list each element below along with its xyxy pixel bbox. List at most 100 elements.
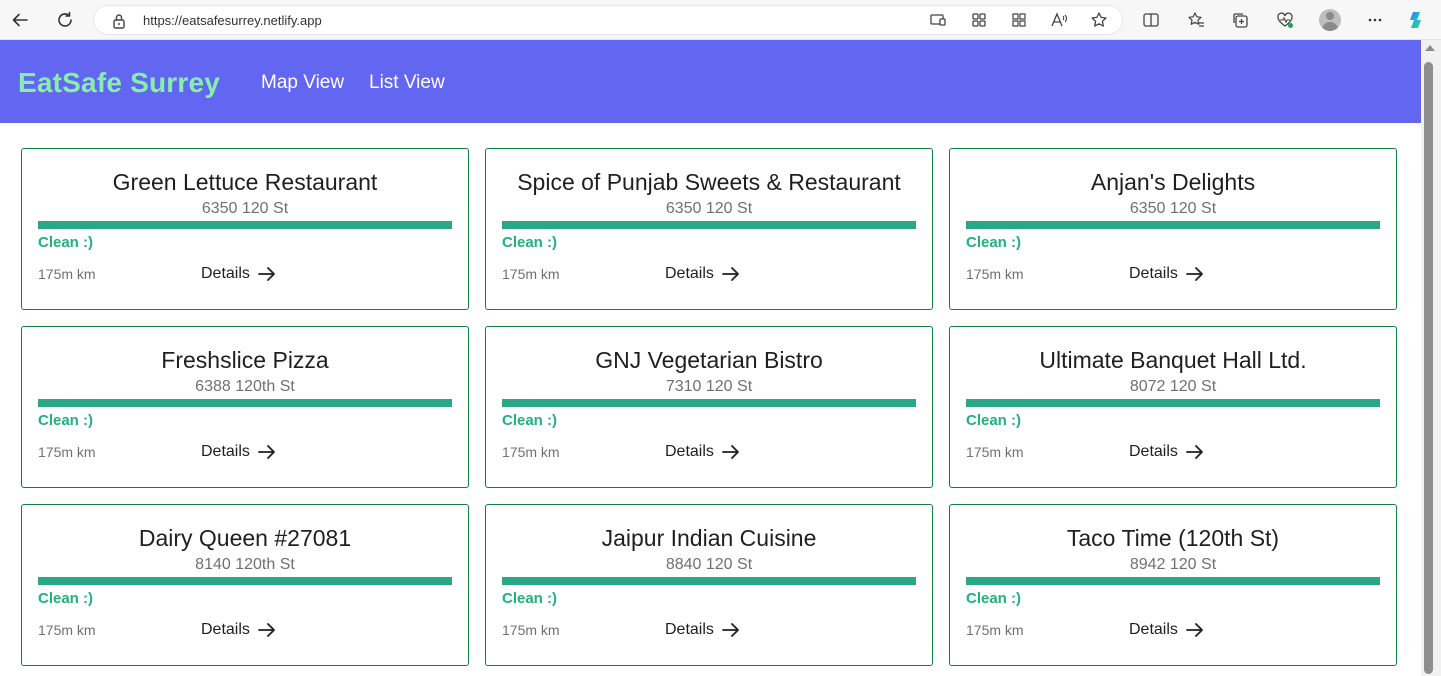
arrow-right-icon xyxy=(722,445,739,459)
arrow-right-icon xyxy=(258,445,275,459)
read-aloud-icon[interactable] xyxy=(1048,9,1070,31)
restaurant-address: 6388 120th St xyxy=(195,378,295,395)
safety-status-bar xyxy=(38,577,452,585)
more-menu-icon[interactable] xyxy=(1364,9,1386,31)
restaurant-address: 6350 120 St xyxy=(1129,200,1217,217)
safety-status-bar xyxy=(502,399,916,407)
status-label: Clean :) xyxy=(966,412,1022,429)
status-label: Clean :) xyxy=(502,234,558,251)
restaurant-address: 7310 120 St xyxy=(665,378,753,395)
arrow-right-icon xyxy=(722,623,739,637)
scroll-up-arrow[interactable] xyxy=(1425,45,1435,51)
restaurant-name: Anjan's Delights xyxy=(1090,169,1256,195)
status-label: Clean :) xyxy=(502,590,558,607)
restaurant-card: Anjan's Delights 6350 120 St Clean :) 17… xyxy=(949,148,1397,310)
status-label: Clean :) xyxy=(38,234,94,251)
status-label: Clean :) xyxy=(966,590,1022,607)
safety-status-bar xyxy=(966,399,1380,407)
refresh-icon[interactable] xyxy=(51,6,79,34)
details-link[interactable]: Details xyxy=(665,265,740,283)
restaurant-name: Ultimate Banquet Hall Ltd. xyxy=(1039,347,1307,373)
restaurant-address: 8072 120 St xyxy=(1129,378,1217,395)
browser-toolbar: https://eatsafesurrey.netlify.app xyxy=(0,0,1441,40)
restaurant-address: 6350 120 St xyxy=(665,200,753,217)
details-link[interactable]: Details xyxy=(665,443,740,461)
safety-status-bar xyxy=(38,399,452,407)
details-link[interactable]: Details xyxy=(1129,443,1204,461)
details-link[interactable]: Details xyxy=(1129,621,1204,639)
details-label: Details xyxy=(665,265,714,282)
brand-logo[interactable]: EatSafe Surrey xyxy=(18,67,220,99)
distance-label: 175m km xyxy=(502,622,560,638)
details-label: Details xyxy=(1129,443,1178,460)
details-label: Details xyxy=(665,443,714,460)
restaurant-card: Jaipur Indian Cuisine 8840 120 St Clean … xyxy=(485,504,933,666)
url-text[interactable]: https://eatsafesurrey.netlify.app xyxy=(143,13,322,28)
back-icon[interactable] xyxy=(6,6,34,34)
details-label: Details xyxy=(1129,621,1178,638)
app-header: EatSafe Surrey Map View List View xyxy=(0,40,1421,123)
split-screen-icon[interactable] xyxy=(1140,9,1162,31)
restaurant-card: Dairy Queen #27081 8140 120th St Clean :… xyxy=(21,504,469,666)
details-link[interactable]: Details xyxy=(1129,265,1204,283)
restaurant-name: Spice of Punjab Sweets & Restaurant xyxy=(517,169,901,195)
details-link[interactable]: Details xyxy=(665,621,740,639)
distance-label: 175m km xyxy=(966,266,1024,282)
collections-icon[interactable] xyxy=(1229,9,1251,31)
arrow-right-icon xyxy=(1186,623,1203,637)
restaurant-name: Dairy Queen #27081 xyxy=(138,525,352,551)
distance-label: 175m km xyxy=(966,622,1024,638)
restaurant-name: Freshslice Pizza xyxy=(161,347,329,373)
details-label: Details xyxy=(665,621,714,638)
details-label: Details xyxy=(201,621,250,638)
restaurant-card: Ultimate Banquet Hall Ltd. 8072 120 St C… xyxy=(949,326,1397,488)
distance-label: 175m km xyxy=(38,444,96,460)
lock-icon[interactable] xyxy=(110,12,128,30)
distance-label: 175m km xyxy=(502,444,560,460)
arrow-right-icon xyxy=(1186,267,1203,281)
distance-label: 175m km xyxy=(38,266,96,282)
restaurant-address: 8840 120 St xyxy=(665,556,753,573)
profile-avatar[interactable] xyxy=(1319,9,1341,31)
favorites-icon[interactable] xyxy=(1185,9,1207,31)
favorite-star-icon[interactable] xyxy=(1088,9,1110,31)
distance-label: 175m km xyxy=(502,266,560,282)
status-label: Clean :) xyxy=(38,412,94,429)
status-label: Clean :) xyxy=(38,590,94,607)
restaurant-card: Freshslice Pizza 6388 120th St Clean :) … xyxy=(21,326,469,488)
restaurant-name: GNJ Vegetarian Bistro xyxy=(595,347,823,373)
app-available-icon[interactable] xyxy=(927,9,949,31)
arrow-right-icon xyxy=(258,623,275,637)
restaurant-name: Green Lettuce Restaurant xyxy=(112,169,378,195)
safety-status-bar xyxy=(966,577,1380,585)
arrow-right-icon xyxy=(258,267,275,281)
restaurant-address: 6350 120 St xyxy=(201,200,289,217)
status-label: Clean :) xyxy=(502,412,558,429)
safety-status-bar xyxy=(38,221,452,229)
apps-grid-icon[interactable] xyxy=(968,9,990,31)
distance-label: 175m km xyxy=(38,622,96,638)
restaurant-card: Green Lettuce Restaurant 6350 120 St Cle… xyxy=(21,148,469,310)
details-link[interactable]: Details xyxy=(201,265,276,283)
restaurant-card: GNJ Vegetarian Bistro 7310 120 St Clean … xyxy=(485,326,933,488)
details-link[interactable]: Details xyxy=(201,621,276,639)
status-label: Clean :) xyxy=(966,234,1022,251)
safety-status-bar xyxy=(966,221,1380,229)
scrollbar-thumb[interactable] xyxy=(1424,62,1433,674)
details-label: Details xyxy=(1129,265,1178,282)
nav-map-view[interactable]: Map View xyxy=(261,72,344,94)
restaurant-name: Jaipur Indian Cuisine xyxy=(601,525,817,551)
details-label: Details xyxy=(201,265,250,282)
restaurant-name: Taco Time (120th St) xyxy=(1066,525,1280,551)
arrow-right-icon xyxy=(722,267,739,281)
extensions-icon[interactable] xyxy=(1008,9,1030,31)
copilot-icon[interactable] xyxy=(1406,9,1428,31)
safety-status-bar xyxy=(502,577,916,585)
details-label: Details xyxy=(201,443,250,460)
browser-essentials-icon[interactable] xyxy=(1274,9,1296,31)
restaurant-card: Taco Time (120th St) 8942 120 St Clean :… xyxy=(949,504,1397,666)
nav-list-view[interactable]: List View xyxy=(369,72,445,94)
distance-label: 175m km xyxy=(966,444,1024,460)
arrow-right-icon xyxy=(1186,445,1203,459)
details-link[interactable]: Details xyxy=(201,443,276,461)
